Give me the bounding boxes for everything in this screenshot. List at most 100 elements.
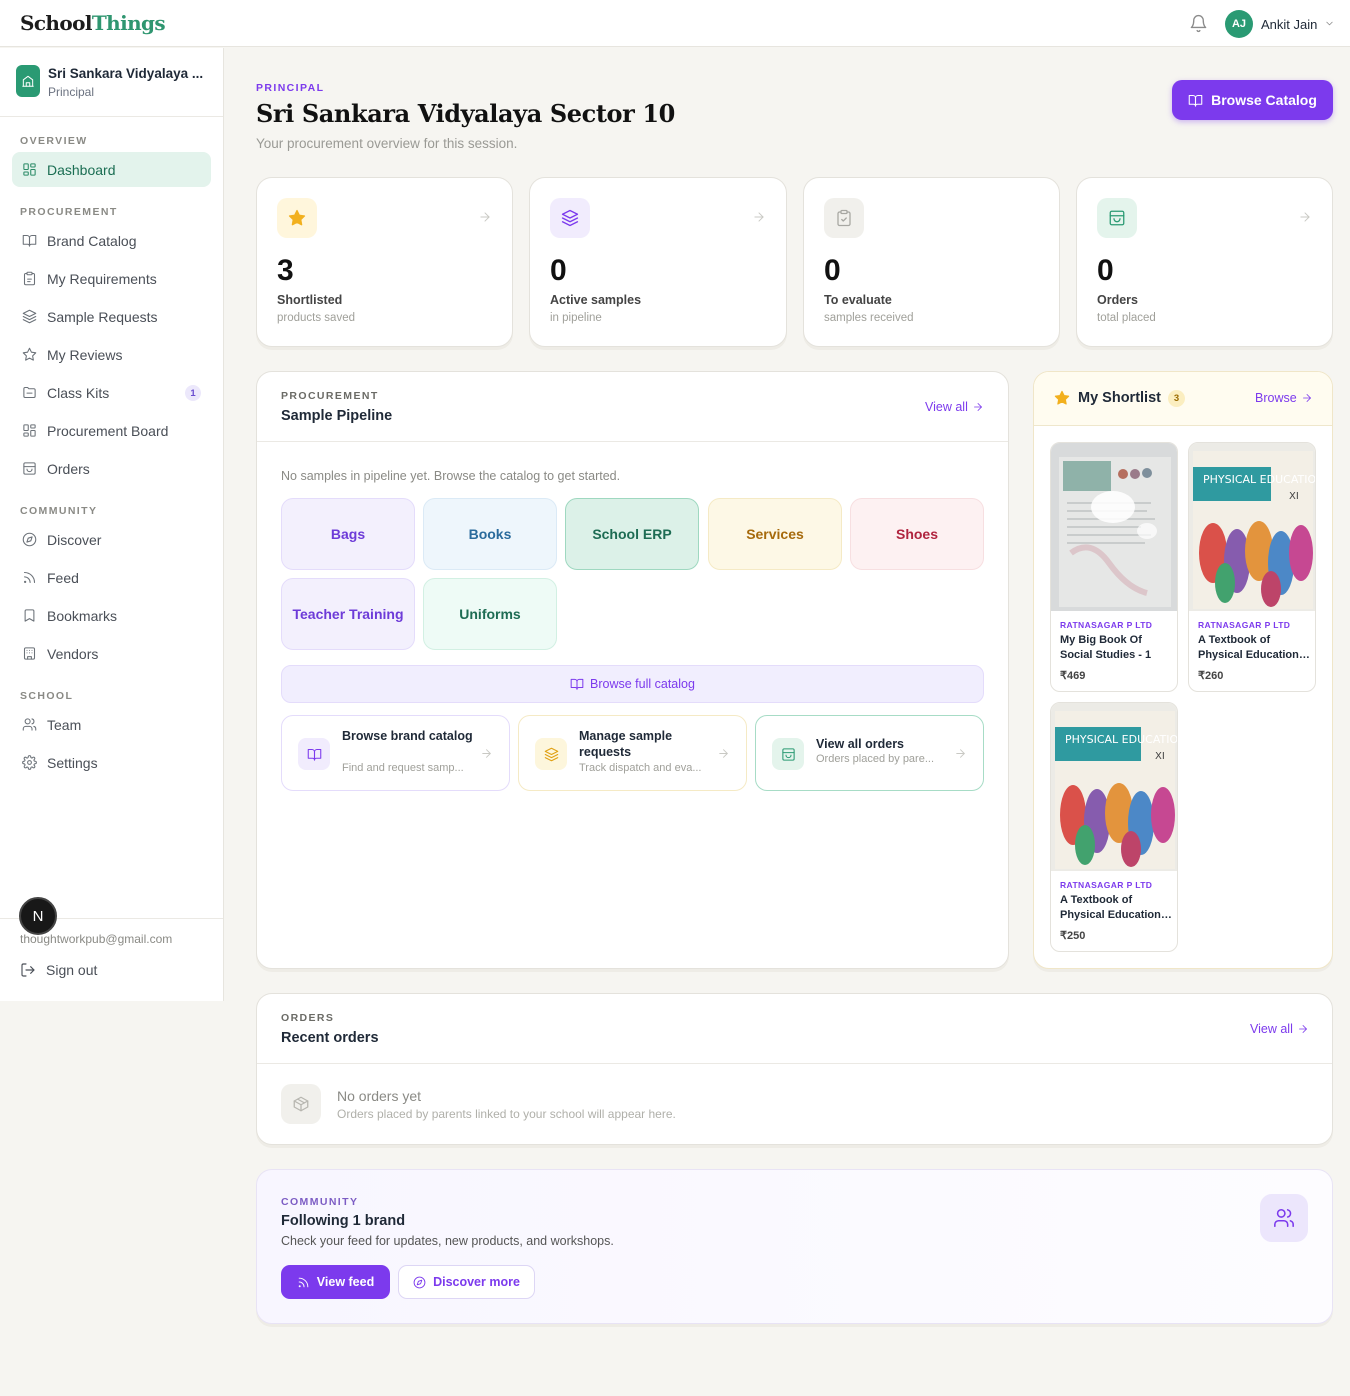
arrow-right-icon (1297, 1023, 1309, 1035)
user-avatar[interactable]: AJ (1225, 10, 1253, 38)
category-bags[interactable]: Bags (281, 498, 415, 570)
product-price: ₹469 (1060, 670, 1086, 682)
browse-catalog-button[interactable]: Browse Catalog (1172, 80, 1333, 120)
layers-icon (550, 198, 590, 238)
my-shortlist-card: My Shortlist 3 Browse RATNASAGAR P LTD M… (1033, 371, 1333, 969)
quick-action-subtitle: Find and request samp... (342, 762, 464, 774)
pipeline-eyebrow: PROCUREMENT (281, 390, 379, 402)
sidebar-item-brand-catalog[interactable]: Brand Catalog (12, 223, 211, 258)
user-name[interactable]: Ankit Jain (1261, 17, 1317, 32)
quick-action-manage-sample-requests[interactable]: Manage sample requests Track dispatch an… (518, 715, 747, 791)
arrow-right-icon (480, 747, 493, 760)
sidebar-item-team[interactable]: Team (12, 707, 211, 742)
rss-icon (22, 570, 37, 585)
sidebar-item-my-requirements[interactable]: My Requirements (12, 261, 211, 296)
stat-value: 0 (1097, 254, 1114, 287)
pipeline-empty-message: No samples in pipeline yet. Browse the c… (281, 469, 621, 483)
community-card: COMMUNITY Following 1 brand Check your f… (256, 1169, 1333, 1324)
sample-pipeline-card: PROCUREMENT Sample Pipeline View all No … (256, 371, 1009, 969)
category-services[interactable]: Services (708, 498, 842, 570)
shopping-bag-icon (1097, 198, 1137, 238)
orders-title: Recent orders (281, 1030, 379, 1046)
sidebar-item-dashboard[interactable]: Dashboard (12, 152, 211, 187)
sidebar-item-class-kits[interactable]: Class Kits 1 (12, 375, 211, 410)
school-switcher[interactable]: Sri Sankara Vidyalaya ... Principal (0, 48, 223, 117)
community-title: Following 1 brand (281, 1213, 406, 1229)
orders-view-all-link[interactable]: View all (1250, 1022, 1309, 1036)
shopping-bag-icon (22, 461, 37, 476)
quick-action-view-all-orders[interactable]: View all orders Orders placed by pare... (755, 715, 984, 791)
sidebar-item-my-reviews[interactable]: My Reviews (12, 337, 211, 372)
notifications-bell-icon[interactable] (1189, 14, 1208, 33)
dashboard-grid-icon (22, 162, 37, 177)
category-teacher-training[interactable]: Teacher Training (281, 578, 415, 650)
sidebar-item-bookmarks[interactable]: Bookmarks (12, 598, 211, 633)
layers-icon (535, 738, 567, 770)
stat-label: Active samples (550, 293, 642, 307)
shortlist-browse-link[interactable]: Browse (1255, 391, 1313, 405)
stat-card-to-evaluate[interactable]: 0 To evaluate samples received (803, 177, 1060, 347)
stat-sublabel: total placed (1097, 312, 1156, 324)
product-cover-image: PHYSICAL EDUCATION XI (1189, 443, 1315, 611)
product-cover-image (1051, 443, 1177, 611)
pipeline-view-all-link[interactable]: View all (925, 400, 984, 414)
stat-sublabel: products saved (277, 312, 355, 324)
browse-full-catalog-button[interactable]: Browse full catalog (281, 665, 984, 703)
category-school-erp[interactable]: School ERP (565, 498, 699, 570)
quick-action-title: Browse brand catalog (342, 729, 473, 743)
sign-out-button[interactable]: Sign out (20, 962, 97, 978)
stat-card-orders[interactable]: 0 Orders total placed (1076, 177, 1333, 347)
layers-icon (22, 309, 37, 324)
sidebar-item-discover[interactable]: Discover (12, 522, 211, 557)
quick-action-title: View all orders (816, 737, 905, 751)
sidebar-item-feed[interactable]: Feed (12, 560, 211, 595)
shortlist-header: My Shortlist 3 Browse (1034, 372, 1332, 426)
stat-card-active-samples[interactable]: 0 Active samples in pipeline (529, 177, 787, 347)
product-cover-image: PHYSICAL EDUCATION XI (1051, 703, 1177, 871)
shopping-bag-icon (772, 738, 804, 770)
category-uniforms[interactable]: Uniforms (423, 578, 557, 650)
log-out-icon (20, 962, 36, 978)
category-books[interactable]: Books (423, 498, 557, 570)
chevron-down-icon[interactable] (1324, 18, 1335, 29)
orders-empty-subtitle: Orders placed by parents linked to your … (337, 1107, 676, 1121)
school-role: Principal (48, 85, 95, 99)
quick-action-browse-brand-catalog[interactable]: Browse brand catalog Find and request sa… (281, 715, 510, 791)
rss-icon (297, 1276, 310, 1289)
category-shoes[interactable]: Shoes (850, 498, 984, 570)
discover-more-button[interactable]: Discover more (398, 1265, 535, 1299)
bookmark-icon (22, 608, 37, 623)
cover-title-text: PHYSICAL EDUCATION (1065, 733, 1177, 746)
quick-action-title: Manage sample requests (579, 729, 673, 759)
shortlist-product-card[interactable]: RATNASAGAR P LTD My Big Book Of Social S… (1050, 442, 1178, 692)
card-divider (257, 441, 1008, 442)
dev-tools-badge[interactable]: N (19, 897, 57, 935)
board-grid-icon (22, 423, 37, 438)
arrow-right-icon (478, 210, 492, 224)
view-feed-button[interactable]: View feed (281, 1265, 390, 1299)
sidebar-item-procurement-board[interactable]: Procurement Board (12, 413, 211, 448)
building-icon (22, 646, 37, 661)
sidebar-item-vendors[interactable]: Vendors (12, 636, 211, 671)
shortlist-product-card[interactable]: PHYSICAL EDUCATION XI RATNASAGAR P LTD A… (1188, 442, 1316, 692)
orders-empty-title: No orders yet (337, 1088, 422, 1104)
clipboard-list-icon (22, 271, 37, 286)
stat-card-shortlisted[interactable]: 3 Shortlisted products saved (256, 177, 513, 347)
product-price: ₹250 (1060, 930, 1086, 942)
sidebar-item-sample-requests[interactable]: Sample Requests (12, 299, 211, 334)
recent-orders-card: ORDERS Recent orders View all No orders … (256, 993, 1333, 1145)
stat-label: To evaluate (824, 293, 892, 307)
shortlist-product-card[interactable]: PHYSICAL EDUCATION XI RATNASAGAR P LTD A… (1050, 702, 1178, 952)
school-icon (16, 65, 40, 97)
app-logo[interactable]: SchoolThings (20, 11, 166, 35)
sidebar-item-settings[interactable]: Settings (12, 745, 211, 780)
sidebar-item-orders[interactable]: Orders (12, 451, 211, 486)
shortlist-count-badge: 3 (1168, 390, 1185, 407)
product-price: ₹260 (1198, 670, 1224, 682)
stat-label: Shortlisted (277, 293, 343, 307)
stat-label: Orders (1097, 293, 1138, 307)
stat-sublabel: in pipeline (550, 312, 602, 324)
arrow-right-icon (972, 401, 984, 413)
section-community-label: COMMUNITY (20, 505, 98, 517)
section-overview-label: OVERVIEW (20, 135, 88, 147)
